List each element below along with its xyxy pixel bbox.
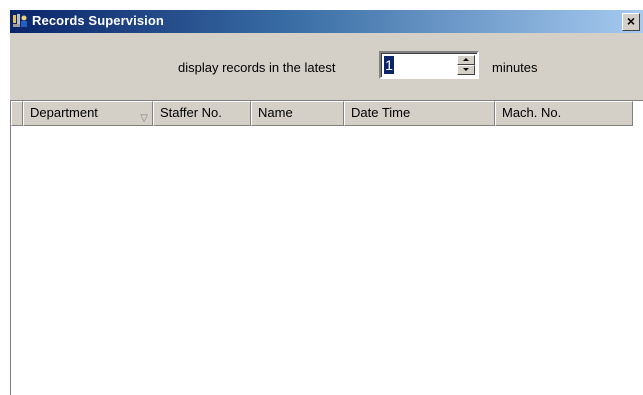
column-header-name[interactable]: Name <box>251 101 344 126</box>
spin-down-button[interactable] <box>457 65 475 75</box>
minutes-input[interactable]: 1 <box>384 56 394 74</box>
records-grid[interactable]: Department ▽ Staffer No. Name Date Time … <box>10 101 643 395</box>
row-indicator-header[interactable] <box>11 101 23 126</box>
minutes-spinner[interactable]: 1 <box>379 51 479 79</box>
column-header-label: Date Time <box>351 105 411 120</box>
column-header-department[interactable]: Department ▽ <box>23 101 153 126</box>
filter-toolbar: display records in the latest 1 minutes <box>10 33 643 101</box>
window-title: Records Supervision <box>32 13 164 28</box>
close-button[interactable]: × <box>622 13 640 31</box>
spin-up-arrow-icon <box>463 58 469 61</box>
minutes-unit-label: minutes <box>492 60 538 75</box>
column-header-mach-no[interactable]: Mach. No. <box>495 101 633 126</box>
grid-header-row: Department ▽ Staffer No. Name Date Time … <box>11 101 633 126</box>
app-records-icon <box>13 14 27 27</box>
grid-body[interactable] <box>11 126 643 395</box>
title-bar[interactable]: Records Supervision × <box>10 10 643 33</box>
spin-down-arrow-icon <box>463 68 469 71</box>
column-header-label: Name <box>258 105 293 120</box>
column-header-staffer-no[interactable]: Staffer No. <box>153 101 251 126</box>
column-header-label: Staffer No. <box>160 105 222 120</box>
column-header-label: Department <box>30 105 98 120</box>
spin-buttons <box>457 55 475 75</box>
sort-descending-icon: ▽ <box>140 113 148 124</box>
display-records-label: display records in the latest <box>178 60 336 75</box>
column-header-label: Mach. No. <box>502 105 562 120</box>
records-supervision-window: Records Supervision × display records in… <box>0 0 643 395</box>
spin-up-button[interactable] <box>457 55 475 65</box>
column-header-date-time[interactable]: Date Time <box>344 101 495 126</box>
